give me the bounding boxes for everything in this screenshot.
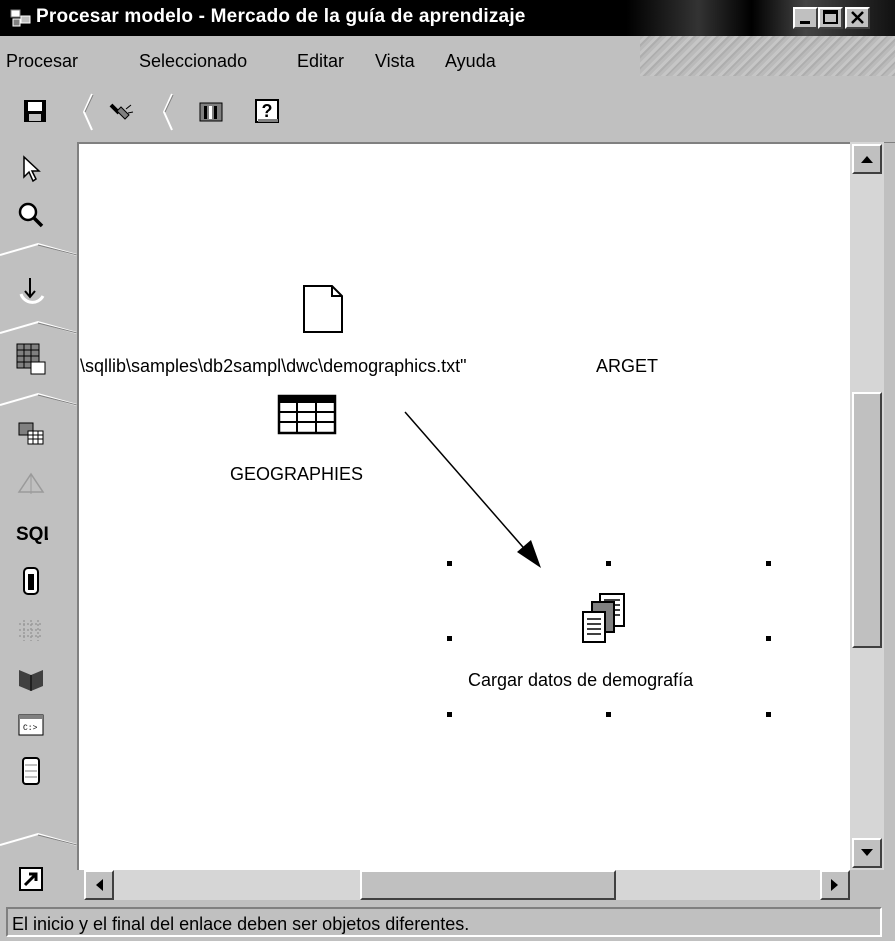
horizontal-scrollbar[interactable] — [84, 870, 850, 900]
scroll-up-button[interactable] — [852, 144, 882, 174]
minimize-icon — [800, 21, 810, 24]
command-tool[interactable]: C:> — [14, 708, 48, 742]
arrow-up-icon — [861, 156, 873, 163]
svg-text:C:>: C:> — [23, 724, 38, 733]
sql-step-icon[interactable] — [580, 592, 628, 646]
palette-separator — [0, 392, 77, 406]
scroll-down-button[interactable] — [852, 838, 882, 868]
menu-ayuda[interactable]: Ayuda — [445, 51, 496, 72]
toolbar-separator — [162, 93, 174, 131]
process-canvas[interactable]: :\sqllib\samples\db2sampl\dwc\demographi… — [77, 142, 850, 870]
save-icon — [24, 100, 46, 122]
toolbar-separator — [82, 93, 94, 131]
save-button[interactable] — [20, 96, 50, 126]
command-prompt-icon: C:> — [18, 714, 44, 736]
scrollbar-corner — [850, 870, 884, 900]
run-button[interactable] — [106, 96, 136, 126]
close-button[interactable] — [845, 7, 870, 29]
help-icon: ? — [255, 99, 279, 123]
selection-handle[interactable] — [766, 561, 771, 566]
status-bar: El inicio y el final del enlace deben se… — [6, 907, 882, 937]
zoom-tool[interactable] — [14, 198, 48, 232]
database-tool[interactable] — [14, 754, 48, 788]
window-title: Procesar modelo - Mercado de la guía de … — [36, 6, 526, 27]
menu-seleccionado[interactable]: Seleccionado — [139, 51, 247, 72]
add-data-icon — [16, 343, 46, 375]
arrow-left-icon — [96, 879, 103, 891]
selection-handle[interactable] — [606, 712, 611, 717]
menu-bar-texture — [640, 36, 895, 76]
table-tool[interactable] — [14, 417, 48, 451]
selection-handle[interactable] — [447, 636, 452, 641]
horizontal-scroll-thumb[interactable] — [360, 870, 616, 900]
tables-icon — [18, 422, 44, 445]
arrow-down-icon — [861, 849, 873, 856]
scroll-right-button[interactable] — [820, 870, 850, 900]
palette-separator — [0, 242, 77, 256]
status-message: El inicio y el final del enlace deben se… — [12, 914, 470, 934]
minimize-button[interactable] — [793, 7, 818, 29]
add-data-tool[interactable] — [14, 342, 48, 376]
title-bar[interactable]: Procesar modelo - Mercado de la guía de … — [0, 0, 895, 36]
close-icon — [851, 11, 864, 24]
vertical-scrollbar[interactable] — [850, 142, 884, 870]
grid-icon — [19, 620, 43, 641]
program-tool[interactable] — [14, 564, 48, 598]
toolbar: ? — [0, 84, 895, 143]
transform-icon — [17, 472, 45, 494]
menu-vista[interactable]: Vista — [375, 51, 415, 72]
select-tool[interactable] — [14, 152, 48, 186]
shortcut-tool[interactable] — [14, 862, 48, 896]
menu-procesar[interactable]: Procesar — [6, 51, 78, 72]
menu-editar[interactable]: Editar — [297, 51, 344, 72]
book-tool[interactable] — [14, 660, 48, 694]
selection-handle[interactable] — [766, 712, 771, 717]
selection-handle[interactable] — [447, 712, 452, 717]
vertical-scroll-thumb[interactable] — [852, 392, 882, 648]
tool-palette: SQL C:> — [0, 142, 77, 904]
palette-separator — [0, 832, 77, 846]
svg-text:?: ? — [262, 101, 273, 121]
menu-bar: Procesar Seleccionado Editar Vista Ayuda — [0, 36, 895, 76]
data-link-arrow[interactable] — [79, 144, 850, 870]
program-icon — [23, 567, 39, 595]
app-icon — [10, 9, 31, 27]
link-tool[interactable] — [14, 274, 48, 308]
maximize-button[interactable] — [818, 7, 843, 29]
transformer-tool[interactable] — [14, 466, 48, 500]
book-icon — [19, 670, 43, 691]
selection-handle[interactable] — [447, 561, 452, 566]
help-button[interactable]: ? — [252, 96, 282, 126]
flashlight-icon — [109, 103, 134, 120]
bookshelf-icon — [199, 102, 223, 122]
sql-tool[interactable]: SQL — [14, 514, 48, 548]
selection-handle[interactable] — [766, 636, 771, 641]
shortcut-arrow-icon — [19, 867, 43, 891]
arrow-right-icon — [831, 879, 838, 891]
pointer-arrow-icon — [23, 155, 41, 183]
palette-separator — [0, 320, 77, 334]
process-button[interactable] — [196, 96, 226, 126]
database-icon — [22, 757, 40, 785]
svg-text:SQL: SQL — [16, 524, 48, 545]
grid-tool[interactable] — [14, 612, 48, 646]
selection-handle[interactable] — [606, 561, 611, 566]
magnifier-icon — [18, 202, 44, 228]
maximize-icon — [823, 10, 838, 24]
scroll-left-button[interactable] — [84, 870, 114, 900]
step-label[interactable]: Cargar datos de demografía — [468, 670, 693, 691]
data-link-icon — [19, 278, 45, 304]
sql-icon: SQL — [16, 524, 48, 545]
process-model-window: Procesar modelo - Mercado de la guía de … — [0, 0, 895, 941]
